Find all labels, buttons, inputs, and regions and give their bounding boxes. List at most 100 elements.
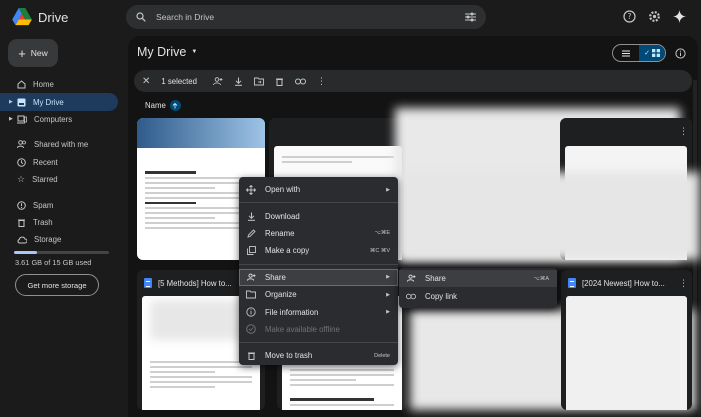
thumbnail-line <box>150 361 252 363</box>
gear-icon[interactable] <box>647 9 662 24</box>
sort-header[interactable]: Name <box>145 100 181 111</box>
star-icon: ☆ <box>17 174 26 185</box>
my-drive-icon <box>17 98 26 107</box>
arrow-up-icon[interactable] <box>169 100 181 111</box>
info-icon[interactable] <box>675 46 686 64</box>
menu-item-label: Make available offline <box>265 324 340 334</box>
search-bar[interactable]: Search in Drive <box>126 5 486 29</box>
sidebar-item-home[interactable]: Home <box>0 76 122 93</box>
list-view-button[interactable] <box>613 45 639 61</box>
sidebar-item-shared-with-me[interactable]: Shared with me <box>0 136 122 153</box>
move-to-folder-icon[interactable] <box>253 77 264 86</box>
caret-right-icon[interactable]: ▶ <box>9 99 13 105</box>
pencil-icon <box>246 228 256 238</box>
menu-item-label: Copy link <box>425 291 458 301</box>
people-icon <box>17 140 26 149</box>
sidebar-item-label: Computers <box>34 114 73 124</box>
thumbnail-line <box>282 156 394 158</box>
page-title[interactable]: My Drive ▼ <box>137 45 197 59</box>
more-vert-icon[interactable]: ⋮ <box>679 126 688 137</box>
sidebar-item-starred[interactable]: ☆ Starred <box>0 171 122 188</box>
menu-item-move-to-trash[interactable]: Move to trash Delete <box>239 347 398 364</box>
thumbnail-line <box>290 379 356 381</box>
add-person-icon[interactable] <box>212 76 223 86</box>
home-icon <box>17 80 26 89</box>
selection-count: 1 selected <box>161 76 197 86</box>
sidebar-item-storage[interactable]: Storage <box>0 231 122 248</box>
menu-item-shortcut: Delete <box>374 352 390 359</box>
thumbnail-line <box>150 366 252 368</box>
sidebar-nav: Home ▶ My Drive ▶ Computers Shared with … <box>0 76 122 249</box>
thumbnail-line <box>150 371 215 373</box>
add-person-icon <box>406 274 416 284</box>
submenu-item-copy-link[interactable]: Copy link <box>399 287 557 304</box>
link-icon[interactable] <box>294 78 306 85</box>
file-thumbnail <box>566 296 687 410</box>
menu-item-open-with[interactable]: Open with ▶ <box>239 181 398 198</box>
menu-item-shortcut: ⌘C ⌘V <box>369 247 390 254</box>
card-header: ⋮ <box>560 118 692 144</box>
sidebar-item-my-drive[interactable]: ▶ My Drive <box>0 93 118 111</box>
menu-item-label: Download <box>265 211 300 221</box>
chevron-right-icon: ▶ <box>386 309 390 316</box>
menu-item-rename[interactable]: Rename ⌥⌘E <box>239 225 398 242</box>
spam-icon <box>17 200 26 210</box>
storage-progress-bar <box>14 251 109 254</box>
sidebar-item-spam[interactable]: Spam <box>0 196 122 213</box>
sidebar-item-computers[interactable]: ▶ Computers <box>0 111 122 128</box>
drive-logo[interactable]: Drive <box>12 8 68 26</box>
thumbnail-line <box>290 369 394 371</box>
caret-right-icon[interactable]: ▶ <box>9 116 13 122</box>
drive-logo-icon <box>12 8 32 26</box>
folder-icon <box>246 290 256 300</box>
trash-icon[interactable] <box>275 77 284 86</box>
submenu-item-share[interactable]: Share ⌥⌘A <box>399 270 557 288</box>
menu-item-label: Open with <box>265 185 301 195</box>
thumbnail-line <box>145 171 197 174</box>
menu-item-organize[interactable]: Organize ▶ <box>239 286 398 303</box>
file-card[interactable]: [2024 Newest] How to... ⋮ <box>561 270 692 410</box>
menu-item-label: Move to trash <box>265 351 313 361</box>
menu-item-file-information[interactable]: File information ▶ <box>239 303 398 320</box>
menu-divider <box>239 202 398 204</box>
copy-icon <box>246 246 256 256</box>
offline-icon <box>246 324 256 335</box>
sidebar-item-recent[interactable]: Recent <box>0 154 122 171</box>
grid-view-button[interactable]: ✓ <box>639 45 665 61</box>
new-button[interactable]: + New <box>8 39 58 67</box>
thumbnail-line <box>150 376 252 378</box>
search-input[interactable]: Search in Drive <box>156 12 455 22</box>
add-person-icon <box>246 272 256 282</box>
storage-progress-fill <box>14 251 37 254</box>
menu-item-download[interactable]: Download <box>239 207 398 224</box>
thumbnail-line <box>145 201 197 204</box>
menu-item-shortcut: ⌥⌘A <box>533 275 549 282</box>
sidebar-item-trash[interactable]: Trash <box>0 214 122 231</box>
download-icon[interactable] <box>234 77 243 86</box>
more-vert-icon[interactable]: ⋮ <box>317 76 326 87</box>
sidebar-item-label: Home <box>33 80 54 90</box>
sidebar-item-label: Storage <box>34 235 62 245</box>
more-vert-icon[interactable]: ⋮ <box>679 278 688 289</box>
sort-label: Name <box>145 101 166 110</box>
sidebar-item-label: Starred <box>32 175 58 185</box>
close-icon[interactable]: ✕ <box>142 76 150 87</box>
app-name: Drive <box>38 9 69 25</box>
thumbnail-line <box>290 384 394 386</box>
thumbnail-line <box>290 374 394 376</box>
chevron-right-icon: ▶ <box>386 186 390 193</box>
storage-used-text: 3.61 GB of 15 GB used <box>15 258 92 267</box>
menu-item-share[interactable]: Share ▶ <box>239 268 398 286</box>
help-icon[interactable]: ? <box>622 9 637 24</box>
menu-item-make-a-copy[interactable]: Make a copy ⌘C ⌘V <box>239 242 398 259</box>
menu-item-shortcut: ⌥⌘E <box>374 230 390 237</box>
caret-down-icon: ▼ <box>191 49 198 55</box>
chevron-right-icon: ▶ <box>386 274 390 281</box>
view-toggle[interactable]: ✓ <box>612 44 666 62</box>
gemini-sparkle-icon[interactable] <box>672 9 687 24</box>
search-options-icon[interactable] <box>465 12 476 22</box>
menu-item-label: File information <box>265 307 319 317</box>
get-more-storage-button[interactable]: Get more storage <box>15 274 99 296</box>
thumbnail-line <box>290 403 394 406</box>
